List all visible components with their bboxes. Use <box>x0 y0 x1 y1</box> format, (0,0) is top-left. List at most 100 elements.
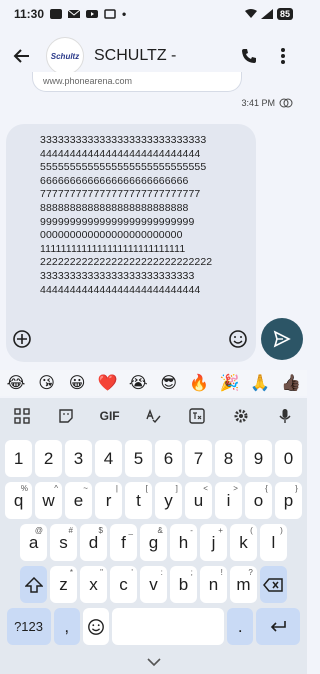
key-hint: } <box>295 484 298 493</box>
compose-line: 8888888888888888888888888 <box>40 201 189 214</box>
key-q[interactable]: % q <box>5 482 32 519</box>
keyboard-row-asdf: @ a # s $ d _ f & g -h + j (k ) l <box>0 524 307 561</box>
spell-check-button[interactable] <box>138 401 168 431</box>
key-d[interactable]: $ d <box>80 524 107 561</box>
key-e[interactable]: ~ e <box>65 482 92 519</box>
enter-key[interactable] <box>256 608 301 645</box>
youtube-notification-icon <box>86 10 99 18</box>
key-r[interactable]: | r <box>95 482 122 519</box>
key-3[interactable]: 3 <box>65 440 92 477</box>
emoji-suggestion[interactable]: 🙏 <box>246 373 274 393</box>
compose-text[interactable]: 3333333333333333333333333333 44444444444… <box>40 134 230 297</box>
gear-icon <box>234 409 248 423</box>
status-bar: 11:30 • 85 <box>0 0 307 28</box>
key-a[interactable]: @ a <box>20 524 47 561</box>
key-label: k <box>239 532 248 552</box>
emoji-suggestion[interactable]: 👍🏿 <box>277 373 305 393</box>
emoji-icon <box>229 330 247 348</box>
key-2[interactable]: 2 <box>35 440 62 477</box>
compose-line: 000000000000000000000000 <box>40 229 183 242</box>
key-s[interactable]: # s <box>50 524 77 561</box>
key-f[interactable]: _ f <box>110 524 137 561</box>
key-l[interactable]: ) l <box>260 524 287 561</box>
key-label: r <box>105 490 112 510</box>
key-9[interactable]: 9 <box>245 440 272 477</box>
key-label: o <box>253 490 264 510</box>
key-g[interactable]: & g <box>140 524 167 561</box>
backspace-key[interactable] <box>260 566 287 603</box>
compose-line: 99999999999999999999999999 <box>40 215 195 228</box>
key-y[interactable]: ] y <box>155 482 182 519</box>
emoji-suggestion[interactable]: 🎉 <box>216 373 244 393</box>
key-z[interactable]: * z <box>50 566 77 603</box>
key-hint: + <box>218 526 223 535</box>
key-6[interactable]: 6 <box>155 440 182 477</box>
key-m[interactable]: ? m <box>230 566 257 603</box>
keyboard-row-zxcv: * z " x ' c :v ; b ! n ? m <box>0 566 307 603</box>
key-1[interactable]: 1 <box>5 440 32 477</box>
sticker-button[interactable] <box>51 401 81 431</box>
key-hint: " <box>100 568 103 577</box>
gmail-notification-icon <box>68 9 81 18</box>
emoji-suggestion[interactable]: 😀 <box>63 373 91 393</box>
key-hint: $ <box>98 526 103 535</box>
emoji-suggestion[interactable]: 😘 <box>33 373 61 393</box>
emoji-key[interactable] <box>82 608 109 645</box>
link-preview-card[interactable]: www.phonearena.com <box>32 72 242 92</box>
key-j[interactable]: + j <box>200 524 227 561</box>
key-label: j <box>211 532 216 552</box>
shift-key[interactable] <box>20 566 47 603</box>
emoji-suggestion[interactable]: 🔥 <box>185 373 213 393</box>
emoji-suggestion[interactable]: 😂 <box>2 373 30 393</box>
keyboard-settings-button[interactable] <box>226 401 256 431</box>
key-label: v <box>149 574 158 594</box>
emoji-suggestion[interactable]: ❤️ <box>94 373 122 393</box>
key-hint: : <box>160 568 163 577</box>
send-button[interactable] <box>261 318 303 360</box>
key-c[interactable]: ' c <box>110 566 137 603</box>
emoji-picker-button[interactable] <box>228 329 248 349</box>
hide-keyboard-chevron-down-icon[interactable] <box>146 657 162 667</box>
key-7[interactable]: 7 <box>185 440 212 477</box>
key-x[interactable]: " x <box>80 566 107 603</box>
contact-avatar[interactable]: Schultz <box>46 37 84 75</box>
gif-button[interactable]: GIF <box>95 401 125 431</box>
emoji-suggestion[interactable]: 😎 <box>155 373 183 393</box>
more-options-button[interactable] <box>269 42 297 70</box>
key-i[interactable]: > i <box>215 482 242 519</box>
key-u[interactable]: < u <box>185 482 212 519</box>
comma-key[interactable]: , <box>53 608 80 645</box>
key-k[interactable]: (k <box>230 524 257 561</box>
emoji-suggestion-bar: 😂 😘 😀 ❤️ 😭 😎 🔥 🎉 🙏 👍🏿 <box>0 370 307 396</box>
key-o[interactable]: {o <box>245 482 272 519</box>
key-hint: & <box>157 526 163 535</box>
key-h[interactable]: -h <box>170 524 197 561</box>
key-b[interactable]: ; b <box>170 566 197 603</box>
key-hint: ; <box>190 568 193 577</box>
key-0[interactable]: 0 <box>275 440 302 477</box>
key-p[interactable]: } p <box>275 482 302 519</box>
emoji-suggestion[interactable]: 😭 <box>124 373 152 393</box>
back-button[interactable] <box>10 44 34 68</box>
apps-grid-button[interactable] <box>7 401 37 431</box>
key-8[interactable]: 8 <box>215 440 242 477</box>
voice-input-button[interactable] <box>270 401 300 431</box>
call-button[interactable] <box>235 42 263 70</box>
translate-button[interactable] <box>182 401 212 431</box>
key-hint: ) <box>280 526 283 535</box>
period-key[interactable]: . <box>227 608 254 645</box>
key-5[interactable]: 5 <box>125 440 152 477</box>
key-4[interactable]: 4 <box>95 440 122 477</box>
space-bar[interactable] <box>112 608 225 645</box>
key-t[interactable]: [t <box>125 482 152 519</box>
key-hint: ' <box>131 568 133 577</box>
contact-name[interactable]: SCHULTZ - <box>94 47 229 65</box>
key-v[interactable]: :v <box>140 566 167 603</box>
symbols-key[interactable]: ?123 <box>6 608 51 645</box>
key-label: i <box>226 490 231 510</box>
key-n[interactable]: ! n <box>200 566 227 603</box>
add-attachment-button[interactable] <box>12 329 32 349</box>
messages-notification-icon <box>50 9 63 19</box>
key-w[interactable]: ^ w <box>35 482 62 519</box>
add-circle-icon <box>13 330 31 348</box>
